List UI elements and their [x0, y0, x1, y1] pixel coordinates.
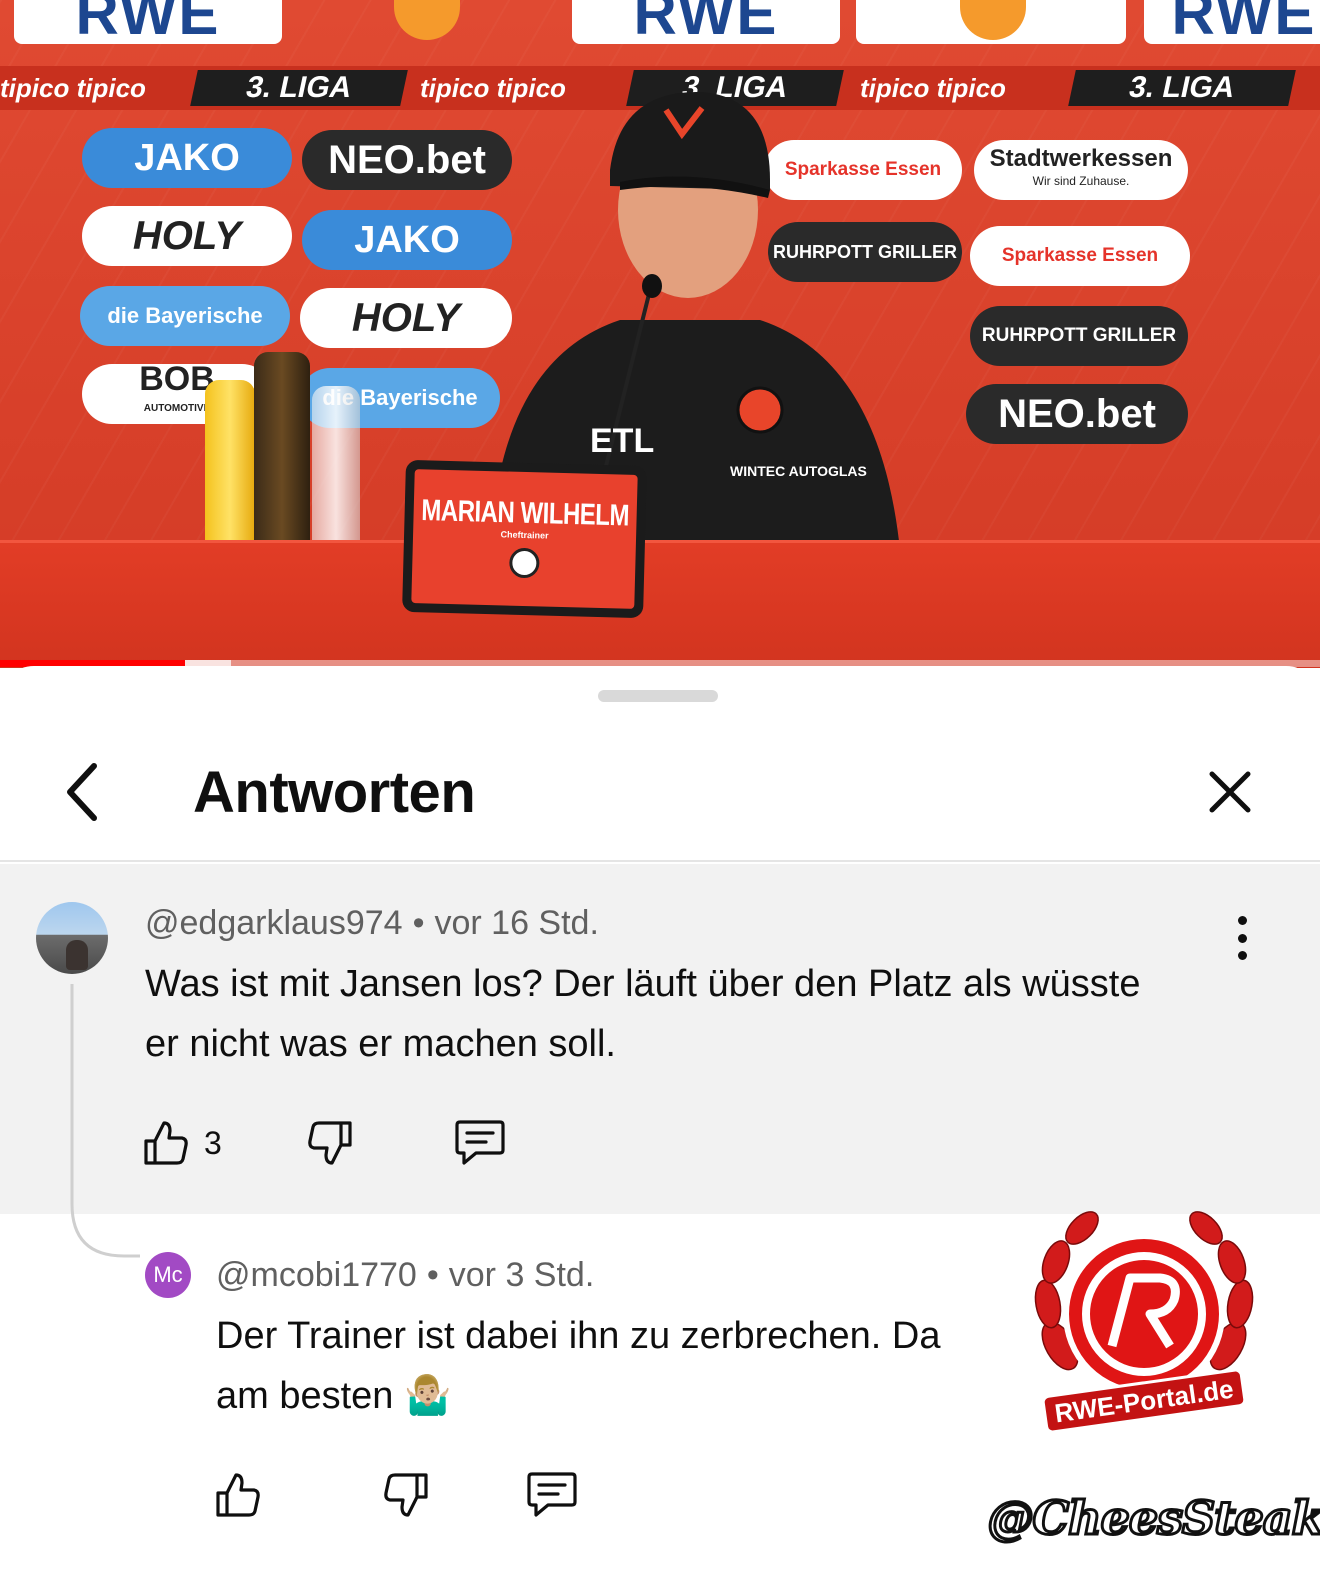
reply-meta: @mcobi1770 • vor 3 Std.: [216, 1256, 595, 1294]
rwe-banner: RWE: [572, 0, 840, 44]
stauder-bottle: [254, 352, 310, 548]
back-button[interactable]: [52, 756, 112, 828]
svg-text:WINTEC AUTOGLAS: WINTEC AUTOGLAS: [730, 463, 867, 479]
holy-logo: HOLY: [82, 206, 292, 266]
rwe-banner: RWE: [1144, 0, 1320, 44]
rwe-portal-watermark-logo: RWE-Portal.de: [1034, 1211, 1254, 1434]
sinalco-bottle: [205, 380, 255, 548]
parent-comment: @edgarklaus974 • vor 16 Std. Was ist mit J…: [0, 864, 1320, 1214]
nameplate-name: MARIAN WILHELM: [420, 493, 630, 533]
reply-button[interactable]: [454, 1118, 506, 1168]
club-crest-icon: [508, 547, 540, 579]
nameplate-tablet: MARIAN WILHELM Cheftrainer: [402, 459, 647, 619]
thumbs-up-icon: [216, 1473, 260, 1517]
sheet-drag-handle[interactable]: [598, 690, 718, 702]
comment-more-button[interactable]: [1222, 916, 1262, 960]
reply-time: vor 3 Std.: [448, 1256, 595, 1294]
comment-actions: 3: [142, 1118, 506, 1168]
like-button[interactable]: 3: [142, 1119, 222, 1167]
reply-dislike-button[interactable]: [382, 1471, 430, 1519]
stadtwerke-logo: Stadtwerkessen Wir sind Zuhause.: [974, 140, 1188, 200]
thumbs-down-icon: [384, 1473, 428, 1517]
reply-like-button[interactable]: [214, 1471, 262, 1519]
like-count: 3: [204, 1124, 222, 1161]
close-button[interactable]: [1200, 762, 1260, 822]
comment-author[interactable]: @edgarklaus974: [145, 904, 403, 942]
tipico-logo: tipico tipico: [0, 72, 146, 103]
thumbs-down-icon: [308, 1121, 352, 1165]
reply-reply-button[interactable]: [526, 1470, 578, 1520]
reply-avatar[interactable]: Mc: [145, 1252, 191, 1298]
comment-text: Was ist mit Jansen los? Der läuft über d…: [145, 963, 1141, 1065]
comment-icon: [527, 1472, 577, 1517]
jako-logo: JAKO: [82, 128, 292, 188]
rwe-banner: RWE: [14, 0, 282, 44]
sheet-header: Antworten: [0, 726, 1320, 862]
sparkasse-logo: Sparkasse Essen: [970, 226, 1190, 286]
video-player[interactable]: RWE RWE RWE tipico tipico 3. LIGA tipico…: [0, 0, 1320, 668]
comment-icon: [455, 1120, 505, 1165]
comment-time: vor 16 Std.: [434, 904, 599, 942]
avatar[interactable]: [36, 902, 108, 974]
dislike-button[interactable]: [306, 1119, 354, 1167]
reply-actions: [214, 1470, 578, 1520]
chevron-left-icon: [67, 763, 97, 821]
ruhrpott-griller-logo: RUHRPOTT GRILLER: [970, 306, 1188, 366]
sinalco-water-bottle: [312, 386, 360, 548]
comment-meta: @edgarklaus974 • vor 16 Std.: [145, 904, 599, 942]
press-desk: [0, 540, 1320, 668]
svg-text:ETL: ETL: [590, 422, 654, 460]
close-icon: [1209, 771, 1251, 813]
neobet-logo: NEO.bet: [966, 384, 1188, 444]
bayerische-logo: die Bayerische: [80, 286, 290, 346]
cheessteak-watermark: @CheesSteak: [986, 1490, 1320, 1547]
thread-connector-line: [70, 984, 140, 1258]
liga-logo: 3. LIGA: [190, 70, 408, 106]
reply-author[interactable]: @mcobi1770: [216, 1256, 417, 1294]
sheet-title: Antworten: [193, 760, 476, 825]
wall-gap: [298, 0, 556, 44]
liga-logo: 3. LIGA: [1068, 70, 1296, 106]
